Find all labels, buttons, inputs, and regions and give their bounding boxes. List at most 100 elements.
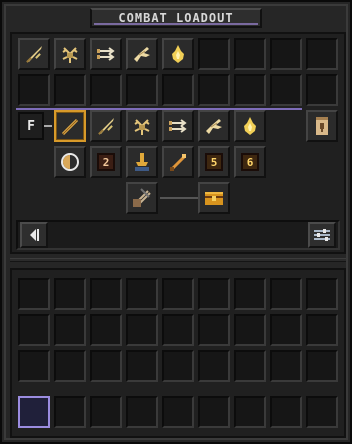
hotbar-slot[interactable] (306, 396, 338, 428)
storage-slot[interactable] (126, 350, 158, 382)
dagger-icon (95, 115, 117, 137)
chest-icon (203, 187, 225, 209)
loadout-slot[interactable] (162, 38, 194, 70)
window-title: COMBAT LOADOUT (118, 11, 234, 25)
prev-page-button[interactable] (20, 222, 48, 248)
loadout-slot[interactable] (270, 74, 302, 106)
storage-slot[interactable] (306, 350, 338, 382)
mode-key-label: F (27, 118, 35, 134)
wing-icon (203, 115, 225, 137)
storage-slot[interactable] (54, 350, 86, 382)
panel-divider (10, 258, 346, 262)
quiver-slot[interactable] (126, 182, 158, 214)
loadout-slot[interactable] (18, 38, 50, 70)
ability-slot[interactable]: 5 (198, 146, 230, 178)
slot-connector (160, 197, 198, 199)
loadout-slot[interactable] (90, 74, 122, 106)
loadout-slot[interactable] (198, 74, 230, 106)
storage-slot[interactable] (198, 314, 230, 346)
page-strip (16, 220, 340, 250)
selected-weapon-slot[interactable] (54, 110, 86, 142)
storage-slot[interactable] (162, 314, 194, 346)
storage-slot[interactable] (234, 278, 266, 310)
storage-slot[interactable] (126, 314, 158, 346)
scroll-slot[interactable] (306, 110, 338, 142)
dagger-icon (23, 43, 45, 65)
quiver-icon (131, 187, 153, 209)
anvil-icon (131, 151, 153, 173)
loadout-slot[interactable] (162, 110, 194, 142)
hotbar-slot[interactable] (162, 396, 194, 428)
ability-slot[interactable] (162, 146, 194, 178)
count-badge: 6 (241, 153, 259, 171)
hotbar-slot[interactable] (270, 396, 302, 428)
sliders-icon (314, 229, 330, 241)
link-line (44, 125, 52, 127)
storage-slot[interactable] (198, 278, 230, 310)
hotbar-slot-active[interactable] (18, 396, 50, 428)
hotbar-slot[interactable] (198, 396, 230, 428)
flame-icon (167, 43, 189, 65)
ability-slot[interactable]: 6 (234, 146, 266, 178)
storage-slot[interactable] (306, 314, 338, 346)
storage-slot[interactable] (234, 350, 266, 382)
storage-slot[interactable] (90, 314, 122, 346)
arrows-icon (167, 115, 189, 137)
storage-slot[interactable] (198, 350, 230, 382)
staff-icon (59, 115, 81, 137)
ability-slot[interactable] (126, 146, 158, 178)
antler-icon (131, 115, 153, 137)
loadout-slot[interactable] (306, 38, 338, 70)
ability-slot[interactable]: 2 (90, 146, 122, 178)
loadout-slot[interactable] (90, 110, 122, 142)
loadout-slot[interactable] (198, 110, 230, 142)
loadout-slot[interactable] (162, 74, 194, 106)
storage-slot[interactable] (306, 278, 338, 310)
loadout-slot[interactable] (198, 38, 230, 70)
loadout-slot[interactable] (18, 74, 50, 106)
scroll-icon (311, 115, 333, 137)
loadout-slot[interactable] (306, 74, 338, 106)
loadout-slot[interactable] (126, 110, 158, 142)
loadout-slot[interactable] (234, 38, 266, 70)
storage-slot[interactable] (18, 350, 50, 382)
loadout-slot[interactable] (234, 74, 266, 106)
hotbar-slot[interactable] (90, 396, 122, 428)
hotbar-slot[interactable] (234, 396, 266, 428)
shield-icon (59, 151, 81, 173)
count-badge: 2 (97, 153, 115, 171)
settings-button[interactable] (308, 222, 336, 248)
flame-icon (239, 115, 261, 137)
storage-slot[interactable] (90, 278, 122, 310)
storage-slot[interactable] (18, 314, 50, 346)
arrows-icon (95, 43, 117, 65)
loadout-slot[interactable] (234, 110, 266, 142)
count-badge: 5 (205, 153, 223, 171)
storage-slot[interactable] (126, 278, 158, 310)
antler-icon (59, 43, 81, 65)
mode-key[interactable]: F (18, 112, 44, 140)
loadout-slot[interactable] (54, 74, 86, 106)
loadout-slot[interactable] (54, 38, 86, 70)
loadout-slot[interactable] (270, 38, 302, 70)
loadout-slot[interactable] (126, 74, 158, 106)
storage-slot[interactable] (270, 278, 302, 310)
storage-slot[interactable] (18, 278, 50, 310)
chest-slot[interactable] (198, 182, 230, 214)
ability-slot[interactable] (54, 146, 86, 178)
storage-slot[interactable] (54, 278, 86, 310)
hotbar-slot[interactable] (54, 396, 86, 428)
storage-slot[interactable] (54, 314, 86, 346)
storage-slot[interactable] (234, 314, 266, 346)
prev-page-icon (30, 229, 39, 241)
loadout-slot[interactable] (126, 38, 158, 70)
storage-slot[interactable] (162, 278, 194, 310)
storage-slot[interactable] (90, 350, 122, 382)
storage-slot[interactable] (270, 314, 302, 346)
storage-slot[interactable] (162, 350, 194, 382)
wing-icon (131, 43, 153, 65)
hotbar-slot[interactable] (126, 396, 158, 428)
loadout-slot[interactable] (90, 38, 122, 70)
sword-icon (167, 151, 189, 173)
storage-slot[interactable] (270, 350, 302, 382)
